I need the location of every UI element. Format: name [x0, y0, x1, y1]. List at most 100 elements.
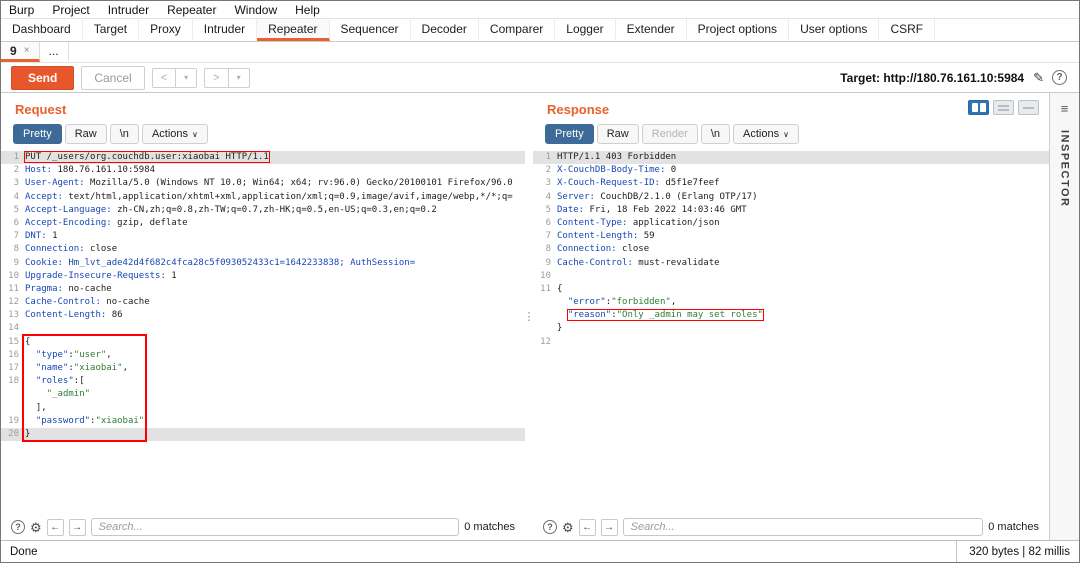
search-next-button[interactable]: → [68, 518, 86, 536]
response-editor[interactable]: 1 HTTP/1.1 403 Forbidden 2 X-CouchDB-Body-T… [533, 149, 1049, 514]
search-help-icon[interactable]: ? [543, 520, 557, 534]
close-tab-icon[interactable]: × [24, 45, 30, 56]
editor-line: "_admin" [25, 388, 90, 401]
chevron-down-icon[interactable]: ▾ [175, 68, 196, 87]
line-number: 1 [545, 152, 551, 162]
tab-proxy[interactable]: Proxy [139, 19, 193, 41]
token: CouchDB/2.1.0 (Erlang OTP/17) [594, 191, 758, 202]
tab-logger[interactable]: Logger [555, 19, 616, 41]
editor-line: { [25, 336, 30, 349]
annotation-box: "reason":"Only _admin may set roles" [566, 309, 764, 322]
status-metrics: 320 bytes | 82 millis [956, 541, 1070, 562]
request-tab-pretty[interactable]: Pretty [13, 124, 62, 144]
repeater-tab-9[interactable]: 9 × [1, 42, 40, 62]
menu-intruder[interactable]: Intruder [108, 3, 149, 17]
request-tab-actions[interactable]: Actions ∨ [141, 124, 208, 144]
token: "_admin" [46, 389, 91, 400]
tab-comparer[interactable]: Comparer [479, 19, 556, 41]
token: "name" [35, 363, 69, 373]
menu-project[interactable]: Project [52, 3, 89, 17]
search-prev-button[interactable]: ← [46, 518, 64, 536]
single-bar-icon [1023, 106, 1034, 109]
send-button[interactable]: Send [11, 65, 75, 90]
token: application/json [627, 217, 720, 228]
next-request-button[interactable]: > ▾ [204, 67, 250, 88]
line-number [1, 402, 19, 415]
request-tab-newline[interactable]: \n [109, 124, 139, 144]
pane-splitter[interactable]: ⋮ [524, 93, 535, 540]
inspector-collapse-icon[interactable]: ≡ [1061, 101, 1069, 116]
edit-target-icon[interactable]: ✎ [1033, 70, 1044, 86]
tab-extender[interactable]: Extender [616, 19, 687, 41]
editor-line: Server: CouchDB/2.1.0 (Erlang OTP/17) [557, 191, 758, 204]
tab-csrf[interactable]: CSRF [879, 19, 936, 41]
response-tab-raw[interactable]: Raw [596, 124, 639, 144]
repeater-tab-n[interactable]: ... [40, 42, 69, 62]
token: text/html,application/xhtml+xml,applicat… [62, 191, 513, 202]
token: "password" [35, 415, 91, 426]
token: PUT /_users/org.couchdb.user:xiaobai HTT… [25, 152, 269, 162]
search-prev-button[interactable]: ← [578, 518, 596, 536]
editor-line: Connection: close [557, 243, 649, 256]
editor-row: ], [1, 402, 525, 415]
tab-intruder[interactable]: Intruder [193, 19, 258, 41]
search-settings-gear-icon[interactable]: ⚙ [562, 521, 574, 534]
layout-rows-button[interactable] [993, 100, 1014, 115]
editor-line: Accept-Language: zh-CN,zh;q=0.8,zh-TW;q=… [25, 204, 437, 217]
search-next-button[interactable]: → [600, 518, 618, 536]
tab-repeater[interactable]: Repeater [257, 19, 330, 41]
inspector-sidebar[interactable]: ≡ INSPECTOR [1049, 93, 1079, 540]
menu-help[interactable]: Help [295, 3, 320, 17]
token: Date: [557, 204, 585, 215]
tab-sequencer[interactable]: Sequencer [330, 19, 411, 41]
line-number: 4 [13, 191, 19, 202]
token: "user" [73, 349, 107, 360]
cancel-button[interactable]: Cancel [81, 65, 145, 90]
response-tab-render[interactable]: Render [641, 124, 698, 144]
editor-row: 15 { [1, 336, 525, 349]
response-tab-label: Render [651, 128, 688, 140]
prev-request-button[interactable]: < ▾ [151, 67, 198, 88]
editor-line: DNT: 1 [25, 230, 58, 243]
tab-target[interactable]: Target [83, 19, 140, 41]
editor-line: X-CouchDB-Body-Time: 0 [557, 164, 676, 177]
line-number [533, 296, 551, 309]
menu-window[interactable]: Window [234, 3, 277, 17]
repeater-tab-bar: 9 ×... [1, 42, 1079, 63]
response-tab-actions[interactable]: Actions ∨ [733, 124, 799, 144]
tab-decoder[interactable]: Decoder [411, 19, 479, 41]
layout-single-button[interactable] [1018, 100, 1039, 115]
editor-row: 4 Server: CouchDB/2.1.0 (Erlang OTP/17) [533, 191, 1049, 204]
search-help-icon[interactable]: ? [11, 520, 25, 534]
chevron-down-icon: ∨ [783, 129, 789, 139]
editor-row: 8 Connection: close [533, 243, 1049, 256]
request-search-input[interactable] [90, 518, 460, 536]
target-label: Target: http://180.76.161.10:5984 [840, 71, 1024, 85]
response-tab-newline[interactable]: \n [700, 124, 731, 144]
layout-columns-button[interactable] [968, 100, 989, 115]
response-tab-pretty[interactable]: Pretty [545, 124, 594, 144]
menu-burp[interactable]: Burp [9, 3, 34, 17]
response-tab-label: Raw [606, 128, 629, 140]
request-tab-raw[interactable]: Raw [64, 124, 107, 144]
line-number: 16 [8, 349, 19, 360]
tab-user-options[interactable]: User options [789, 19, 880, 41]
tab-dashboard[interactable]: Dashboard [1, 19, 83, 41]
request-editor[interactable]: 1 PUT /_users/org.couchdb.user:xiaobai HT… [1, 149, 525, 514]
response-search-input[interactable] [622, 518, 984, 536]
token: "error" [567, 297, 606, 308]
line-number [533, 322, 551, 335]
token: no-cache [62, 283, 112, 294]
help-icon[interactable]: ? [1052, 70, 1067, 85]
tab-project-options[interactable]: Project options [687, 19, 790, 41]
line-number: 14 [8, 323, 19, 334]
row-bars-icon [998, 104, 1009, 111]
editor-row: 2 X-CouchDB-Body-Time: 0 [533, 164, 1049, 177]
chevron-down-icon[interactable]: ▾ [227, 68, 249, 87]
menu-repeater[interactable]: Repeater [167, 3, 216, 17]
token: { [557, 283, 563, 294]
search-settings-gear-icon[interactable]: ⚙ [30, 521, 42, 534]
layout-toggle-group [968, 100, 1039, 115]
token: HTTP/1.1 403 Forbidden [557, 152, 677, 162]
